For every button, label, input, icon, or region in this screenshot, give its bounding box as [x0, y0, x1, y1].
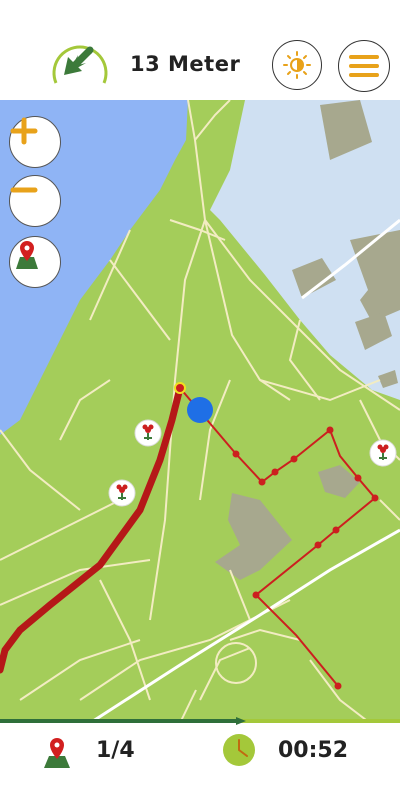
zoom-in-button[interactable]	[9, 116, 61, 168]
progress-head	[236, 717, 246, 725]
station-counter: 1/4	[96, 738, 135, 763]
brightness-button[interactable]	[272, 40, 322, 90]
clock-icon	[223, 734, 255, 766]
top-bar: 13 Meter	[0, 0, 400, 100]
map-pin-icon	[44, 738, 70, 768]
timer-display: 00:52	[278, 738, 349, 763]
menu-button[interactable]	[338, 40, 390, 92]
start-marker	[174, 382, 186, 394]
flower-poi[interactable]	[134, 419, 162, 447]
distance-label: 13 Meter	[130, 52, 241, 76]
map-view[interactable]	[0, 100, 400, 723]
minus-icon	[10, 187, 38, 193]
locate-button[interactable]	[9, 236, 61, 288]
brightness-icon	[283, 51, 311, 79]
map-pin-icon	[16, 241, 38, 269]
progress-fill	[0, 719, 240, 723]
flower-poi[interactable]	[369, 439, 397, 467]
route-progress-bar	[0, 717, 400, 725]
direction-indicator	[50, 37, 110, 89]
hamburger-menu-icon	[349, 55, 379, 77]
zoom-out-button[interactable]	[9, 175, 61, 227]
bottom-bar: 1/4 00:52	[0, 725, 400, 800]
flower-poi[interactable]	[108, 479, 136, 507]
arrow-down-left-icon	[52, 45, 108, 84]
plus-icon	[10, 117, 38, 145]
current-location-dot	[187, 397, 213, 423]
